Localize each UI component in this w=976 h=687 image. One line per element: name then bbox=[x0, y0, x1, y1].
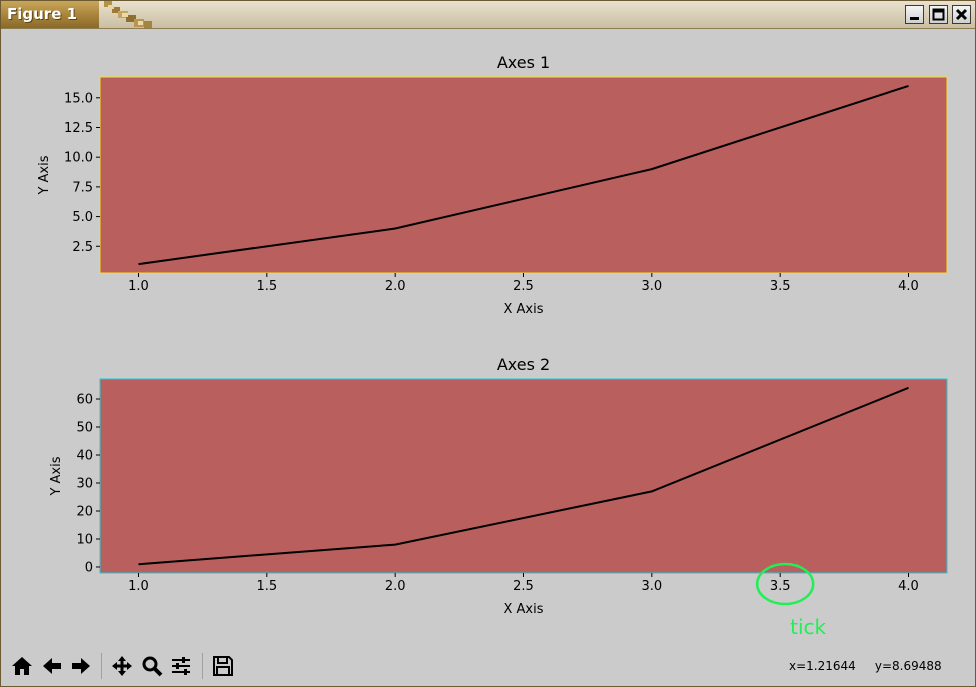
axes-2-background bbox=[99, 378, 948, 574]
figure-canvas[interactable]: 1.0 1.5 2.0 2.5 3.0 3.5 4.0 2.5 5.0 7.5 10.0 12.5 15… bbox=[4, 29, 973, 647]
axes-2-title: Axes 2 bbox=[497, 355, 550, 374]
arrow-left-icon bbox=[43, 658, 61, 674]
y-tick-label: 20 bbox=[76, 504, 93, 519]
y-tick-label: 60 bbox=[76, 393, 93, 408]
y-axis-label: Y Axis bbox=[37, 155, 52, 195]
x-tick-label: 1.5 bbox=[256, 279, 277, 294]
y-tick-label: 15.0 bbox=[64, 91, 93, 106]
move-arrows-icon bbox=[112, 656, 132, 676]
y-tick-label: 10.0 bbox=[64, 151, 93, 166]
sliders-icon bbox=[172, 657, 190, 675]
y-tick-label: 40 bbox=[76, 449, 93, 464]
x-tick-label: 2.5 bbox=[513, 279, 534, 294]
title-tab: Figure 1 bbox=[1, 1, 100, 28]
forward-button[interactable] bbox=[67, 652, 95, 680]
close-icon bbox=[955, 8, 968, 21]
maximize-button[interactable] bbox=[929, 5, 948, 24]
magnifier-icon bbox=[142, 656, 163, 677]
x-tick-label: 3.5 bbox=[770, 579, 791, 594]
figure-window: Figure 1 1.0 1.5 2.0 2.5 3.0 3.5 4.0 2.5 5.0 7.5 1… bbox=[0, 0, 976, 687]
x-axis-label: X Axis bbox=[503, 302, 543, 317]
pan-button[interactable] bbox=[108, 652, 136, 680]
x-tick-label: 2.0 bbox=[385, 579, 406, 594]
floppy-disk-icon bbox=[213, 656, 233, 676]
navigation-toolbar: x=1.21644 y=8.69488 bbox=[4, 649, 973, 686]
x-tick-label: 1.5 bbox=[256, 579, 277, 594]
y-tick-label: 0 bbox=[85, 560, 93, 575]
save-button[interactable] bbox=[209, 652, 237, 680]
axes-1-title: Axes 1 bbox=[497, 53, 550, 72]
cursor-coordinates: x=1.21644 y=8.69488 bbox=[789, 659, 942, 673]
x-axis-label: X Axis bbox=[503, 602, 543, 617]
x-tick-label: 2.5 bbox=[513, 579, 534, 594]
x-tick-label: 3.5 bbox=[770, 279, 791, 294]
close-button[interactable] bbox=[952, 5, 971, 24]
y-tick-label: 7.5 bbox=[72, 180, 93, 195]
minimize-button[interactable] bbox=[905, 5, 924, 24]
y-tick-label: 2.5 bbox=[72, 240, 93, 255]
y-tick-label: 5.0 bbox=[72, 210, 93, 225]
arrow-right-icon bbox=[72, 658, 90, 674]
axes-1-background bbox=[99, 76, 948, 274]
configure-subplots-button[interactable] bbox=[167, 652, 195, 680]
home-button[interactable] bbox=[8, 652, 36, 680]
back-button[interactable] bbox=[38, 652, 66, 680]
y-tick-label: 30 bbox=[76, 476, 93, 491]
x-tick-label: 4.0 bbox=[898, 579, 919, 594]
x-tick-label: 3.0 bbox=[641, 579, 662, 594]
minimize-icon bbox=[910, 17, 919, 20]
x-tick-label: 3.0 bbox=[641, 279, 662, 294]
zoom-button[interactable] bbox=[138, 652, 166, 680]
x-tick-label: 2.0 bbox=[385, 279, 406, 294]
figure-plot-area[interactable]: 1.0 1.5 2.0 2.5 3.0 3.5 4.0 2.5 5.0 7.5 10.0 12.5 15… bbox=[4, 29, 973, 647]
toolbar-separator bbox=[101, 653, 102, 679]
x-tick-label: 1.0 bbox=[128, 279, 149, 294]
toolbar-separator bbox=[202, 653, 203, 679]
y-tick-label: 12.5 bbox=[64, 121, 93, 136]
maximize-icon bbox=[932, 8, 945, 21]
y-tick-label: 10 bbox=[76, 532, 93, 547]
y-axis-label: Y Axis bbox=[49, 456, 64, 496]
title-bar-decoration bbox=[104, 1, 152, 28]
title-bar[interactable]: Figure 1 bbox=[1, 1, 975, 29]
x-tick-label: 1.0 bbox=[128, 579, 149, 594]
y-tick-label: 50 bbox=[76, 421, 93, 436]
home-icon bbox=[12, 657, 32, 675]
window-title: Figure 1 bbox=[7, 5, 78, 23]
tick-annotation-label: tick bbox=[790, 615, 826, 639]
x-tick-label: 4.0 bbox=[898, 279, 919, 294]
